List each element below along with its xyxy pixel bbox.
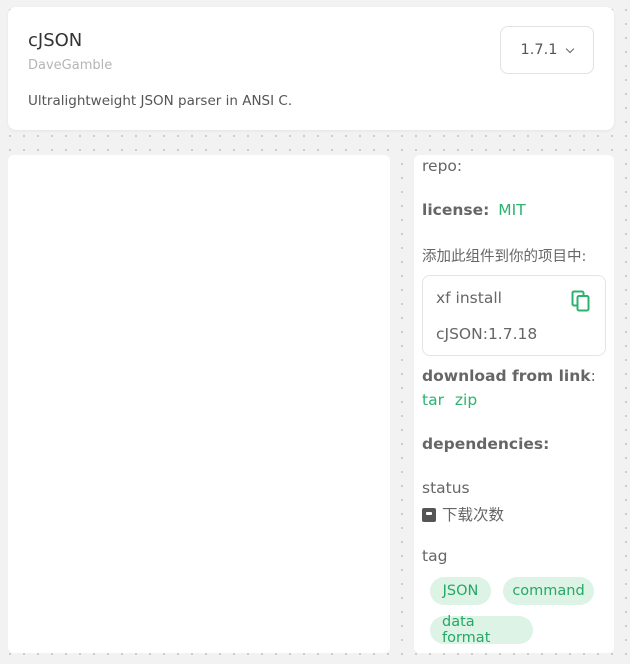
download-row: download from link: <box>422 367 596 385</box>
download-links: tar zip <box>422 391 477 409</box>
tag-data-format[interactable]: data format <box>430 614 533 646</box>
add-to-project-text: 添加此组件到你的项目中: <box>422 249 587 265</box>
dependencies-label: dependencies: <box>422 435 550 453</box>
repo-label: repo: <box>422 157 463 175</box>
download-count-label: 下载次数 <box>442 506 505 524</box>
download-label: download from link <box>422 367 591 385</box>
license-row: license: MIT <box>422 201 526 219</box>
license-label: license: <box>422 201 490 219</box>
package-description: Ultralightweight JSON parser in ANSI C. <box>28 93 293 109</box>
download-count-row: 下载次数 <box>422 503 504 525</box>
copy-icon[interactable] <box>571 290 591 312</box>
install-command-line1: xf install <box>436 289 502 307</box>
tag-json[interactable]: JSON <box>430 577 491 605</box>
download-zip-link[interactable]: zip <box>455 391 477 409</box>
tag-command[interactable]: command <box>503 577 594 605</box>
chevron-down-icon <box>566 44 575 53</box>
download-tar-link[interactable]: tar <box>422 391 444 409</box>
package-info-sidebar: repo: license: MIT 添加此组件到你的项目中: xf insta… <box>414 155 614 653</box>
install-command-box: xf install cJSON:1.7.18 <box>422 275 606 356</box>
version-select[interactable]: 1.7.1 <box>500 26 594 74</box>
download-box-icon <box>422 508 436 522</box>
package-name: cJSON <box>28 30 83 51</box>
install-command-line2: cJSON:1.7.18 <box>436 325 538 343</box>
package-author[interactable]: DaveGamble <box>28 58 112 73</box>
package-header-card: cJSON DaveGamble Ultralightweight JSON p… <box>8 7 614 130</box>
tag-label: tag <box>422 547 448 565</box>
license-value[interactable]: MIT <box>498 201 525 219</box>
readme-panel <box>8 155 390 653</box>
status-label: status <box>422 479 470 497</box>
download-colon: : <box>590 367 596 385</box>
version-value: 1.7.1 <box>520 42 558 58</box>
